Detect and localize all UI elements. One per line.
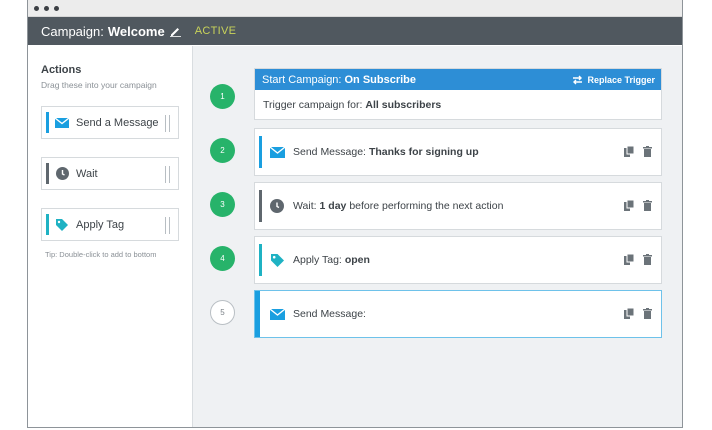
palette-item-apply-tag[interactable]: Apply Tag bbox=[41, 208, 179, 241]
palette-color-bar bbox=[46, 112, 49, 133]
step-number: 2 bbox=[210, 138, 235, 163]
action-palette: Send a Message Wait Apply Tag bbox=[41, 106, 179, 241]
copy-icon[interactable] bbox=[624, 198, 635, 216]
palette-item-label: Send a Message bbox=[76, 116, 159, 129]
action-value: 1 day bbox=[319, 200, 347, 212]
drag-handle-icon[interactable] bbox=[165, 217, 170, 234]
trigger-card[interactable]: Start Campaign: On Subscribe Replace Tri… bbox=[254, 68, 662, 120]
trash-icon[interactable] bbox=[643, 144, 652, 162]
copy-icon[interactable] bbox=[624, 252, 635, 270]
action-card-send-message-draft[interactable]: Send Message: bbox=[254, 290, 662, 338]
trigger-header-label: Start Campaign: bbox=[262, 73, 342, 86]
action-type-label: Send Message: bbox=[293, 308, 366, 320]
action-card-send-message[interactable]: Send Message: Thanks for signing up bbox=[254, 128, 662, 176]
step-number: 5 bbox=[210, 300, 235, 325]
step-number: 3 bbox=[210, 192, 235, 217]
palette-item-send-message[interactable]: Send a Message bbox=[41, 106, 179, 139]
clock-icon bbox=[53, 167, 71, 180]
action-text: Send Message: bbox=[293, 308, 369, 320]
action-row: Wait: 1 day before performing the next ac… bbox=[255, 183, 661, 229]
action-row: Send Message: Thanks for signing up bbox=[255, 129, 661, 175]
copy-icon[interactable] bbox=[624, 144, 635, 162]
action-card-wait[interactable]: Wait: 1 day before performing the next ac… bbox=[254, 182, 662, 230]
palette-item-wait[interactable]: Wait bbox=[41, 157, 179, 190]
action-row: Send Message: bbox=[255, 291, 661, 337]
envelope-icon bbox=[53, 117, 71, 128]
action-card-apply-tag[interactable]: Apply Tag: open bbox=[254, 236, 662, 284]
action-tools bbox=[624, 252, 652, 270]
status-badge: ACTIVE bbox=[194, 25, 237, 37]
window-dot-icon[interactable] bbox=[54, 5, 59, 11]
trigger-header: Start Campaign: On Subscribe Replace Tri… bbox=[255, 69, 661, 90]
action-type-label: Apply Tag: bbox=[293, 254, 342, 266]
drag-handle-icon[interactable] bbox=[165, 115, 170, 132]
palette-item-label: Wait bbox=[76, 167, 98, 180]
action-tools bbox=[624, 198, 652, 216]
replace-trigger-button[interactable]: Replace Trigger bbox=[572, 69, 655, 90]
sidebar-title: Actions bbox=[41, 64, 82, 76]
sidebar-hint: Drag these into your campaign bbox=[41, 80, 157, 90]
pencil-icon[interactable] bbox=[169, 26, 181, 37]
action-tools bbox=[624, 306, 652, 324]
action-tools bbox=[624, 144, 652, 162]
action-type-label: Wait: bbox=[293, 200, 317, 212]
trash-icon[interactable] bbox=[643, 198, 652, 216]
trash-icon[interactable] bbox=[643, 252, 652, 270]
envelope-icon bbox=[268, 308, 286, 320]
action-color-bar bbox=[259, 136, 262, 168]
sidebar-tip: Tip: Double-click to add to bottom bbox=[45, 250, 157, 259]
action-value: open bbox=[344, 254, 370, 266]
palette-color-bar bbox=[46, 214, 49, 235]
action-text: Apply Tag: open bbox=[293, 254, 370, 266]
action-row: Apply Tag: open bbox=[255, 237, 661, 283]
campaign-header: Campaign: Welcome ACTIVE bbox=[28, 17, 682, 45]
app-window: Campaign: Welcome ACTIVE Actions Drag th… bbox=[27, 0, 683, 428]
palette-item-label: Apply Tag bbox=[76, 218, 125, 231]
actions-sidebar: Actions Drag these into your campaign Se… bbox=[28, 46, 193, 427]
swap-icon bbox=[573, 75, 583, 84]
trigger-body-label: Trigger campaign for: bbox=[263, 98, 363, 111]
workspace: Actions Drag these into your campaign Se… bbox=[28, 46, 682, 427]
clock-icon bbox=[268, 199, 286, 213]
envelope-icon bbox=[268, 146, 286, 158]
replace-trigger-label: Replace Trigger bbox=[587, 74, 655, 85]
copy-icon[interactable] bbox=[624, 306, 635, 324]
tag-icon bbox=[53, 218, 71, 232]
window-dot-icon[interactable] bbox=[44, 5, 49, 11]
trash-icon[interactable] bbox=[643, 306, 652, 324]
action-suffix: before performing the next action bbox=[349, 200, 504, 212]
step-number: 4 bbox=[210, 246, 235, 271]
trigger-header-value: On Subscribe bbox=[344, 73, 417, 86]
trigger-body: Trigger campaign for: All subscribers bbox=[255, 90, 661, 119]
window-chrome bbox=[28, 0, 682, 17]
window-dot-icon[interactable] bbox=[34, 5, 39, 11]
campaign-name: Welcome bbox=[107, 23, 165, 39]
action-text: Wait: 1 day before performing the next ac… bbox=[293, 200, 503, 212]
action-color-bar bbox=[255, 291, 260, 337]
action-value: Thanks for signing up bbox=[368, 146, 479, 158]
tag-icon bbox=[268, 253, 286, 268]
campaign-label: Campaign: bbox=[41, 23, 104, 39]
step-number: 1 bbox=[210, 84, 235, 109]
drag-handle-icon[interactable] bbox=[165, 166, 170, 183]
action-text: Send Message: Thanks for signing up bbox=[293, 146, 479, 158]
trigger-body-value: All subscribers bbox=[365, 98, 442, 111]
campaign-canvas: 1 2 3 4 5 Start Campaign: On Subscribe R… bbox=[193, 46, 682, 427]
palette-color-bar bbox=[46, 163, 49, 184]
action-color-bar bbox=[259, 244, 262, 276]
action-type-label: Send Message: bbox=[293, 146, 366, 158]
action-color-bar bbox=[259, 190, 262, 222]
